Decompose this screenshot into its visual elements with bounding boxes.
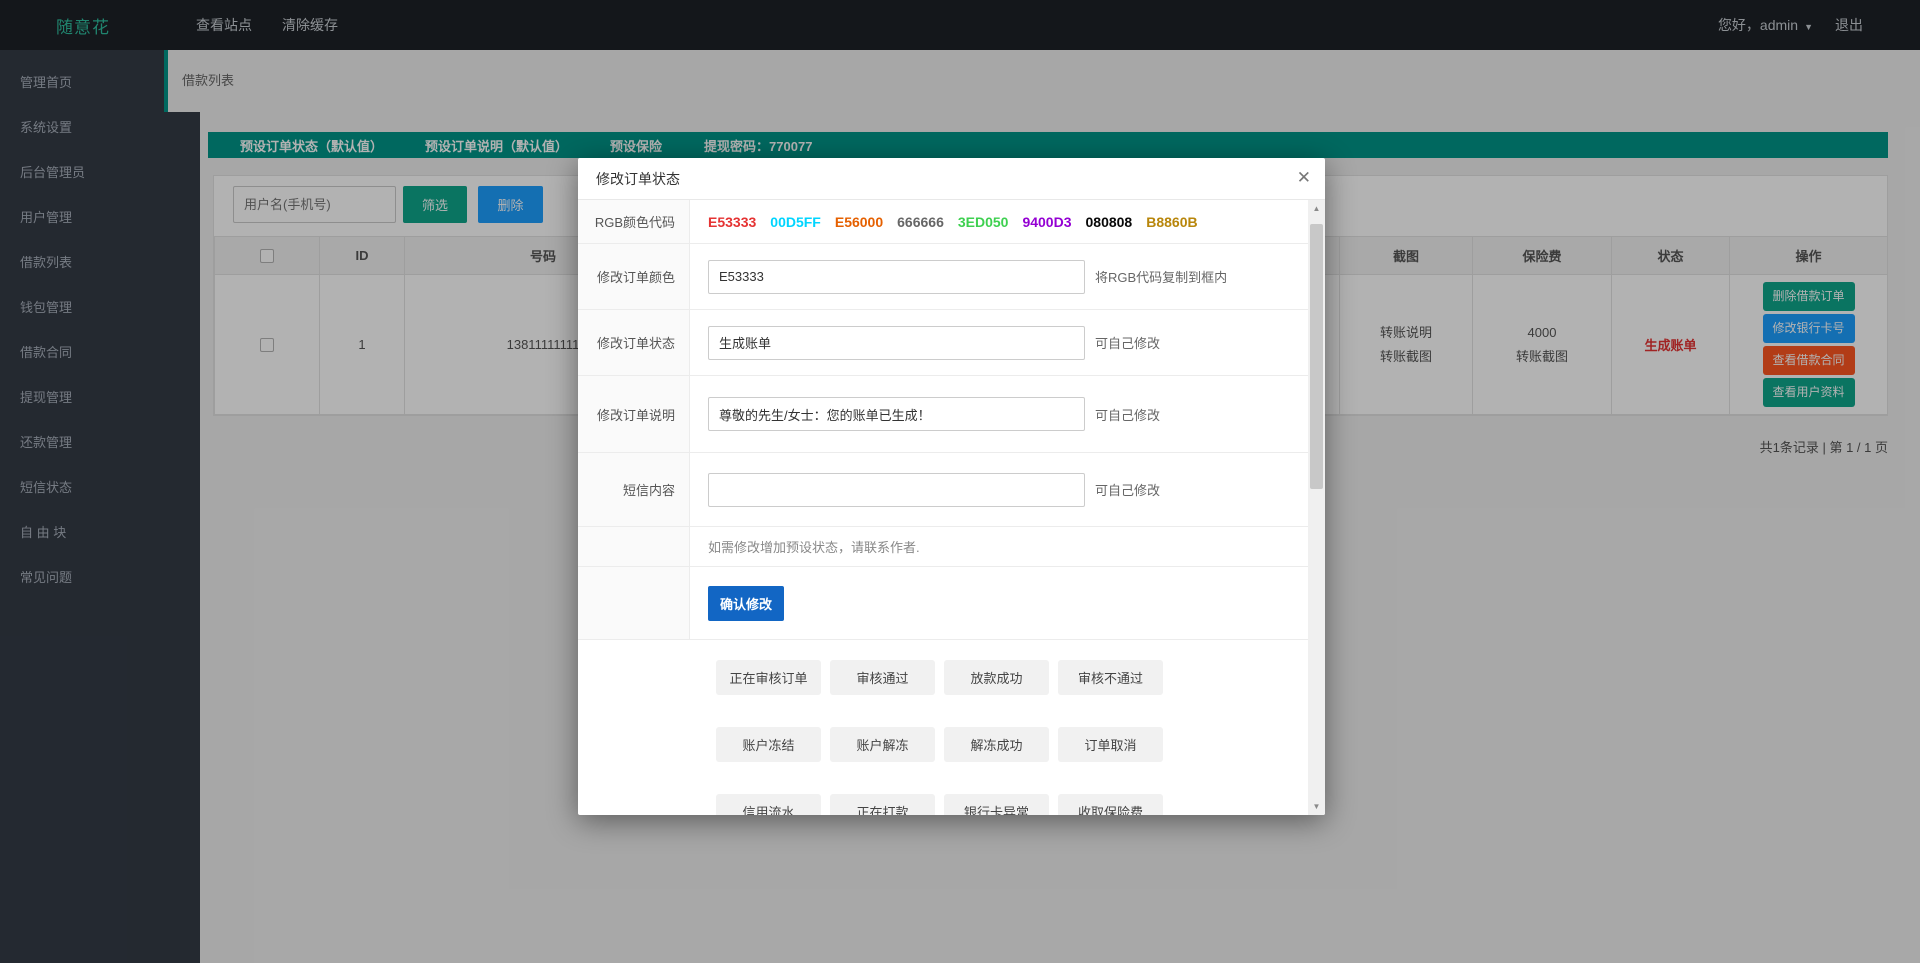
rgb-code: 9400D3	[1022, 214, 1071, 230]
preset-rejected-button[interactable]: 审核不通过	[1058, 660, 1163, 695]
page: 随意花 查看站点 清除缓存 您好，admin▼ 退出 管理首页 系统设置 后台管…	[0, 0, 1920, 963]
presets-row: 正在审核订单 审核通过 放款成功 审核不通过 账户冻结 账户解冻 解冻成功 订单…	[578, 640, 1325, 815]
preset-collect-insurance-button[interactable]: 收取保险费	[1058, 794, 1163, 815]
order-status-hint: 可自己修改	[1095, 333, 1160, 352]
rgb-code: 3ED050	[958, 214, 1009, 230]
order-desc-label: 修改订单说明	[578, 376, 690, 452]
preset-order-cancelled-button[interactable]: 订单取消	[1058, 727, 1163, 762]
modal-scrollbar: ▲ ▼	[1308, 200, 1325, 815]
order-status-row: 修改订单状态 可自己修改	[578, 310, 1325, 376]
order-color-row: 修改订单颜色 将RGB代码复制到框内	[578, 244, 1325, 310]
note-row: 如需修改增加预设状态，请联系作者.	[578, 527, 1325, 567]
rgb-code: E53333	[708, 214, 756, 230]
order-status-input[interactable]	[708, 326, 1085, 360]
preset-loan-success-button[interactable]: 放款成功	[944, 660, 1049, 695]
edit-order-status-modal: 修改订单状态 ✕ RGB颜色代码 E53333 00D5FF E56000 66…	[578, 158, 1325, 815]
preset-credit-flow-button[interactable]: 信用流水	[716, 794, 821, 815]
sms-content-label: 短信内容	[578, 453, 690, 526]
preset-paying-button[interactable]: 正在打款	[830, 794, 935, 815]
sms-content-hint: 可自己修改	[1095, 480, 1160, 499]
modal-title-bar: 修改订单状态 ✕	[578, 158, 1325, 200]
rgb-code: 080808	[1086, 214, 1133, 230]
sms-content-row: 短信内容 可自己修改	[578, 453, 1325, 527]
rgb-code: 00D5FF	[770, 214, 821, 230]
preset-account-frozen-button[interactable]: 账户冻结	[716, 727, 821, 762]
order-color-input[interactable]	[708, 260, 1085, 294]
preset-unfreeze-success-button[interactable]: 解冻成功	[944, 727, 1049, 762]
rgb-code: B8860B	[1146, 214, 1197, 230]
preset-bankcard-abnormal-button[interactable]: 银行卡异常	[944, 794, 1049, 815]
rgb-code: E56000	[835, 214, 883, 230]
preset-status-buttons: 正在审核订单 审核通过 放款成功 审核不通过 账户冻结 账户解冻 解冻成功 订单…	[690, 640, 1170, 815]
order-color-hint: 将RGB代码复制到框内	[1095, 267, 1227, 286]
preset-account-unfrozen-button[interactable]: 账户解冻	[830, 727, 935, 762]
rgb-codes-row: RGB颜色代码 E53333 00D5FF E56000 666666 3ED0…	[578, 200, 1325, 244]
rgb-code: 666666	[897, 214, 944, 230]
modal-note: 如需修改增加预设状态，请联系作者.	[708, 537, 920, 556]
close-icon[interactable]: ✕	[1297, 158, 1311, 200]
order-desc-hint: 可自己修改	[1095, 405, 1160, 424]
modal-title: 修改订单状态	[596, 171, 680, 187]
confirm-edit-button[interactable]: 确认修改	[708, 586, 784, 621]
rgb-code-list: E53333 00D5FF E56000 666666 3ED050 9400D…	[708, 214, 1198, 230]
preset-approved-button[interactable]: 审核通过	[830, 660, 935, 695]
scroll-down-icon[interactable]: ▼	[1308, 798, 1325, 815]
preset-reviewing-button[interactable]: 正在审核订单	[716, 660, 821, 695]
order-desc-row: 修改订单说明 可自己修改	[578, 376, 1325, 453]
sms-content-input[interactable]	[708, 473, 1085, 507]
scrollbar-thumb[interactable]	[1310, 224, 1323, 489]
order-status-label: 修改订单状态	[578, 310, 690, 375]
scroll-up-icon[interactable]: ▲	[1308, 200, 1325, 217]
confirm-row: 确认修改	[578, 567, 1325, 640]
order-color-label: 修改订单颜色	[578, 244, 690, 309]
order-desc-input[interactable]	[708, 397, 1085, 431]
rgb-codes-label: RGB颜色代码	[578, 200, 690, 243]
